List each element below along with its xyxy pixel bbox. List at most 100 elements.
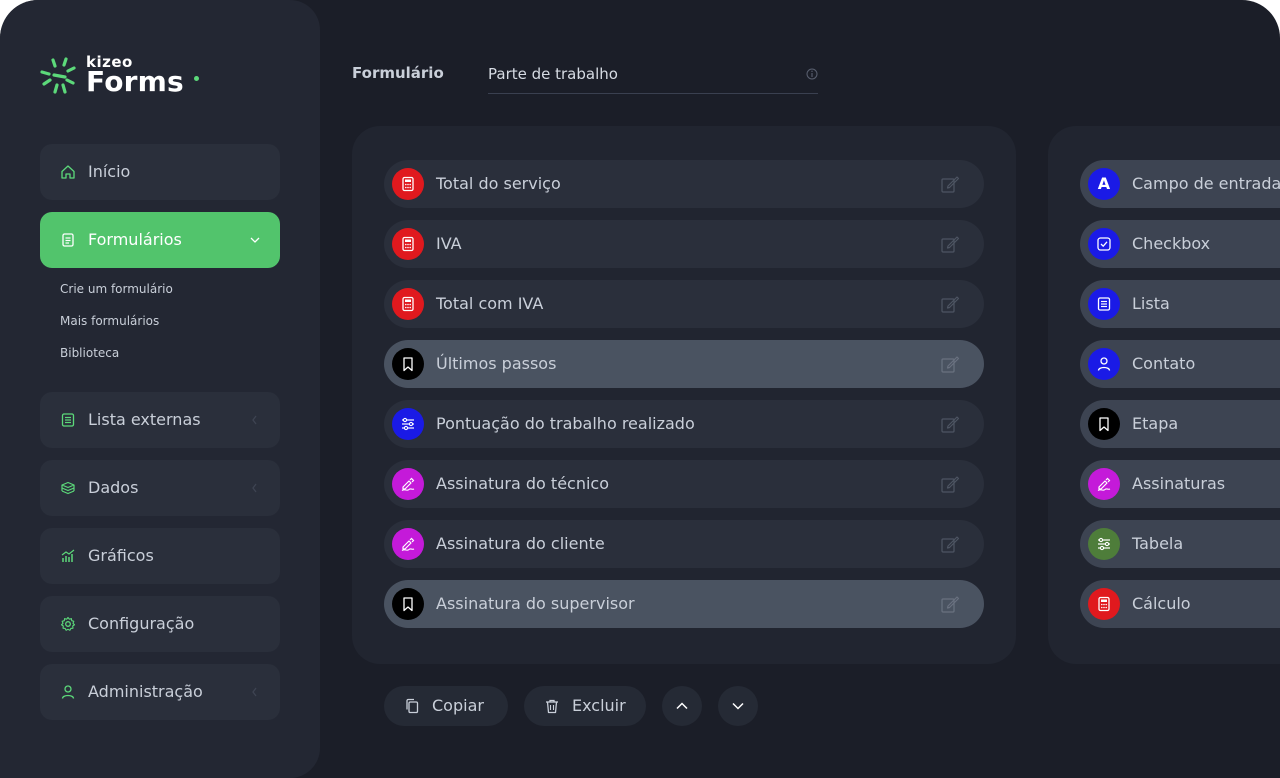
- move-down-button[interactable]: [718, 686, 758, 726]
- sidebar-item-formularios[interactable]: Formulários: [40, 212, 280, 268]
- field-type-etapa[interactable]: Etapa: [1080, 400, 1280, 448]
- database-icon: [61, 481, 75, 495]
- user-icon: [1097, 357, 1111, 371]
- field-type-label: Assinaturas: [1132, 474, 1226, 493]
- sidebar-item-label: Administração: [88, 682, 203, 701]
- sidebar-item-label: Configuração: [88, 614, 195, 633]
- edit-icon[interactable]: [940, 234, 960, 254]
- kizeo-forms-logo[interactable]: kizeo Forms: [40, 54, 220, 98]
- field-type-checkbox[interactable]: Checkbox: [1080, 220, 1280, 268]
- sliders-icon: [1098, 537, 1110, 551]
- chevron-left-icon: [252, 415, 257, 425]
- edit-icon[interactable]: [940, 414, 960, 434]
- field-type-assinaturas[interactable]: Assinaturas: [1080, 460, 1280, 508]
- field-type-badge: [392, 588, 424, 620]
- logo-dot: [194, 76, 199, 81]
- field-type-badge: [1088, 468, 1120, 500]
- field-type-badge: [392, 348, 424, 380]
- field-label: Assinatura do supervisor: [436, 594, 635, 613]
- copy-icon: [406, 698, 419, 714]
- edit-icon[interactable]: [940, 594, 960, 614]
- field-type-badge: [392, 288, 424, 320]
- sidebar-item-label: Gráficos: [88, 546, 154, 565]
- form-field-row[interactable]: Últimos passos: [384, 340, 984, 388]
- form-name-field: [488, 56, 818, 94]
- sidebar-item-dados[interactable]: Dados: [40, 460, 280, 516]
- signature-icon: [1097, 477, 1111, 491]
- subnav-more-forms[interactable]: Mais formulários: [60, 314, 159, 328]
- field-type-contato[interactable]: Contato: [1080, 340, 1280, 388]
- calculator-icon: [1098, 596, 1110, 612]
- field-type-badge: [392, 228, 424, 260]
- form-field-row[interactable]: Assinatura do cliente: [384, 520, 984, 568]
- chevron-down-icon: [250, 237, 260, 243]
- field-type-campo-de-entrada[interactable]: A Campo de entrada: [1080, 160, 1280, 208]
- form-field-row[interactable]: IVA: [384, 220, 984, 268]
- field-type-badge: [1088, 348, 1120, 380]
- bookmark-icon: [403, 597, 413, 612]
- edit-icon[interactable]: [940, 294, 960, 314]
- sidebar-item-inicio[interactable]: Início: [40, 144, 280, 200]
- sidebar-item-graficos[interactable]: Gráficos: [40, 528, 280, 584]
- field-type-lista[interactable]: Lista: [1080, 280, 1280, 328]
- sidebar-item-administracao[interactable]: Administração: [40, 664, 280, 720]
- gear-icon: [60, 616, 76, 631]
- form-field-row[interactable]: Assinatura do técnico: [384, 460, 984, 508]
- sidebar: kizeo Forms Início Formulários Crie um f…: [0, 0, 320, 778]
- field-type-badge: [1088, 408, 1120, 440]
- field-label: IVA: [436, 234, 462, 253]
- subnav-library[interactable]: Biblioteca: [60, 346, 119, 360]
- copy-button[interactable]: Copiar: [384, 686, 508, 726]
- edit-icon[interactable]: [940, 174, 960, 194]
- chevron-down-icon: [732, 702, 744, 710]
- field-type-label: Lista: [1132, 294, 1170, 313]
- list-icon: [1097, 297, 1111, 311]
- form-name-input[interactable]: [488, 60, 788, 88]
- app-window: kizeo Forms Início Formulários Crie um f…: [0, 0, 1280, 778]
- edit-icon[interactable]: [940, 534, 960, 554]
- form-field-row[interactable]: Assinatura do supervisor: [384, 580, 984, 628]
- delete-button[interactable]: Excluir: [524, 686, 646, 726]
- bookmark-icon: [1099, 417, 1109, 432]
- signature-icon: [401, 477, 415, 491]
- field-type-badge: A: [1088, 168, 1120, 200]
- move-up-button[interactable]: [662, 686, 702, 726]
- checkbox-icon: [1097, 237, 1111, 251]
- field-type-label: Tabela: [1132, 534, 1184, 553]
- edit-icon[interactable]: [940, 354, 960, 374]
- form-field-row[interactable]: Pontuação do trabalho realizado: [384, 400, 984, 448]
- field-label: Pontuação do trabalho realizado: [436, 414, 695, 433]
- field-type-badge: [392, 528, 424, 560]
- field-type-badge: [392, 468, 424, 500]
- document-icon: [62, 233, 74, 247]
- subnav-create-form[interactable]: Crie um formulário: [60, 282, 173, 296]
- bookmark-icon: [403, 357, 413, 372]
- user-icon: [61, 685, 75, 699]
- logo-wordmark: Forms: [86, 65, 184, 98]
- list-icon: [61, 413, 75, 427]
- sidebar-item-label: Formulários: [88, 230, 182, 249]
- calculator-icon: [402, 176, 414, 192]
- form-field-row[interactable]: Total do serviço: [384, 160, 984, 208]
- field-label: Últimos passos: [436, 354, 557, 373]
- calculator-icon: [402, 236, 414, 252]
- field-type-label: Etapa: [1132, 414, 1179, 433]
- sidebar-item-configuracao[interactable]: Configuração: [40, 596, 280, 652]
- info-icon[interactable]: [806, 68, 818, 80]
- field-type-badge: [1088, 528, 1120, 560]
- signature-icon: [401, 537, 415, 551]
- chevron-left-icon: [252, 483, 257, 493]
- edit-icon[interactable]: [940, 474, 960, 494]
- copy-button-label: Copiar: [432, 696, 484, 715]
- field-label: Assinatura do cliente: [436, 534, 605, 553]
- sidebar-item-lista-externas[interactable]: Lista externas: [40, 392, 280, 448]
- form-field-row[interactable]: Total com IVA: [384, 280, 984, 328]
- field-type-calculo[interactable]: Cálculo: [1080, 580, 1280, 628]
- sliders-icon: [402, 417, 414, 431]
- field-label: Assinatura do técnico: [436, 474, 610, 493]
- home-icon: [61, 165, 75, 179]
- logo-mark-icon: [40, 57, 76, 94]
- chevron-left-icon: [252, 687, 257, 697]
- sidebar-item-label: Lista externas: [88, 410, 201, 429]
- field-type-tabela[interactable]: Tabela: [1080, 520, 1280, 568]
